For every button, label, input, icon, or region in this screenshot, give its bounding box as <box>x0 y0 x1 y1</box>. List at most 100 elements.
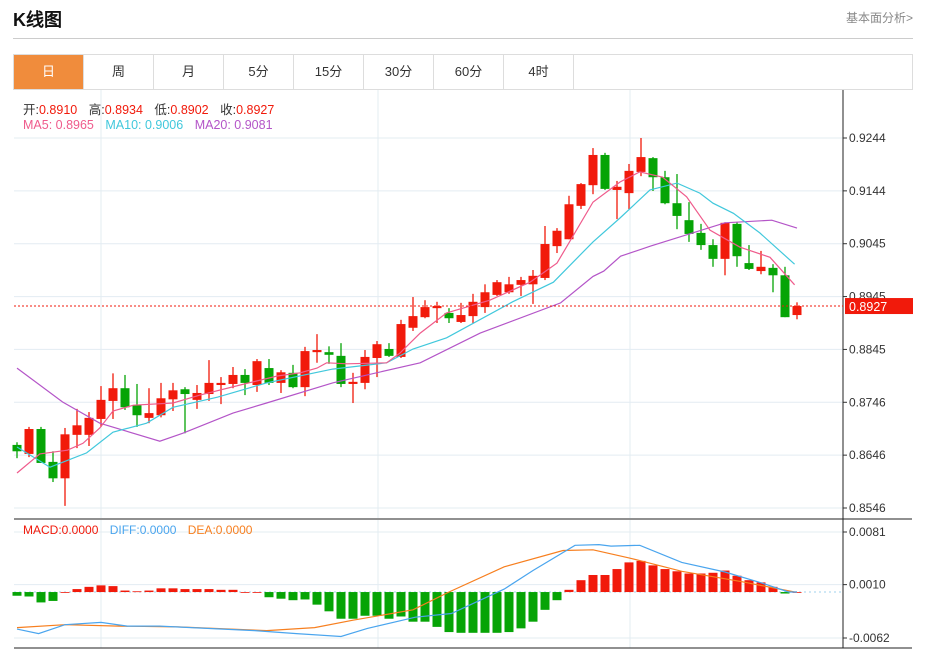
candle <box>684 202 694 242</box>
macd-bar <box>204 589 214 593</box>
candle-body <box>696 232 706 246</box>
macd-bar <box>72 589 82 593</box>
candle <box>768 264 778 293</box>
kline-chart[interactable]: 0.92440.91440.90450.89450.88450.87460.86… <box>0 0 925 651</box>
candle-body <box>624 170 634 194</box>
candle-body <box>180 389 190 395</box>
candle-body <box>132 405 142 416</box>
macd-bar <box>588 574 598 593</box>
macd-bar <box>192 589 202 593</box>
high-value: 0.8934 <box>104 103 143 117</box>
candle <box>60 427 70 506</box>
macd-bar <box>348 592 358 619</box>
macd-bar <box>612 569 622 593</box>
candle <box>36 426 46 463</box>
macd-bar <box>564 589 574 593</box>
candle-body <box>588 154 598 186</box>
close-label: 收: <box>220 103 237 117</box>
candle-body <box>276 372 286 383</box>
macd-bar <box>672 571 682 593</box>
candle-body <box>288 372 298 388</box>
ma20-value: MA20: 0.9081 <box>194 118 273 132</box>
candle-body <box>12 444 22 452</box>
candle <box>720 222 730 276</box>
candle-body <box>516 280 526 285</box>
candle-body <box>228 374 238 384</box>
macd-bar <box>684 573 694 593</box>
macd-bar <box>456 592 466 633</box>
candle-body <box>84 417 94 435</box>
ma10-line <box>16 182 796 468</box>
macd-bar <box>96 585 106 593</box>
candle-body <box>684 220 694 234</box>
candle-body <box>600 154 610 189</box>
candle <box>492 280 502 296</box>
macd-tick-label: -0.0062 <box>849 631 890 645</box>
ma10-value: MA10: 0.9006 <box>105 118 184 132</box>
candle <box>672 174 682 230</box>
candle <box>180 387 190 434</box>
ma5-line <box>16 171 796 474</box>
candle <box>456 302 466 323</box>
candle <box>480 284 490 313</box>
macd-value: MACD:0.0000 <box>23 523 99 537</box>
candle <box>276 370 286 393</box>
macd-bar <box>720 570 730 593</box>
macd-bar <box>552 592 562 601</box>
macd-bar <box>108 586 118 593</box>
close-value: 0.8927 <box>236 103 275 117</box>
candle-body <box>420 307 430 318</box>
candle-body <box>300 351 310 388</box>
macd-bar <box>648 565 658 593</box>
price-tick-label: 0.9045 <box>849 237 886 251</box>
macd-tick-label: 0.0010 <box>849 578 886 592</box>
price-tick-label: 0.8646 <box>849 448 886 462</box>
candle <box>564 195 574 240</box>
macd-bar <box>540 592 550 610</box>
macd-bar <box>660 569 670 593</box>
macd-bar <box>324 592 334 612</box>
candle-body <box>240 374 250 383</box>
dea-value: DEA:0.0000 <box>187 523 253 537</box>
candle <box>624 163 634 210</box>
candle-body <box>708 245 718 259</box>
candle <box>696 223 706 250</box>
macd-bar <box>144 590 154 593</box>
macd-tick-label: 0.0081 <box>849 525 886 539</box>
candle <box>108 373 118 419</box>
candle-body <box>576 184 586 206</box>
macd-bar <box>600 574 610 593</box>
macd-bar <box>528 592 538 622</box>
candle-body <box>360 356 370 383</box>
ma5-value: MA5: 0.8965 <box>23 118 94 132</box>
candle-body <box>264 368 274 383</box>
macd-bar <box>36 592 46 603</box>
candle <box>444 308 454 323</box>
candle-body <box>408 316 418 328</box>
low-label: 低: <box>154 103 171 117</box>
candle <box>144 388 154 424</box>
macd-bar <box>156 588 166 593</box>
candle-body <box>144 413 154 418</box>
macd-bar <box>168 588 178 593</box>
candle <box>264 359 274 386</box>
macd-bar <box>504 592 514 633</box>
candle <box>72 408 82 449</box>
candle <box>12 442 22 459</box>
candle <box>360 350 370 390</box>
ohlc-info: 开:0.8910 高:0.8934 低:0.8902 收:0.8927 <box>23 99 282 118</box>
candle-body <box>456 315 466 322</box>
candle-body <box>348 381 358 384</box>
macd-bar <box>252 592 262 593</box>
macd-bar <box>576 580 586 593</box>
macd-bar <box>468 592 478 633</box>
candle-body <box>312 350 322 353</box>
candle-body <box>96 399 106 419</box>
price-tick-label: 0.8845 <box>849 342 886 356</box>
candle-body <box>384 348 394 356</box>
candle <box>384 343 394 357</box>
candle <box>528 269 538 304</box>
candle-body <box>120 388 130 408</box>
candle-body <box>480 292 490 308</box>
candle <box>660 170 670 205</box>
